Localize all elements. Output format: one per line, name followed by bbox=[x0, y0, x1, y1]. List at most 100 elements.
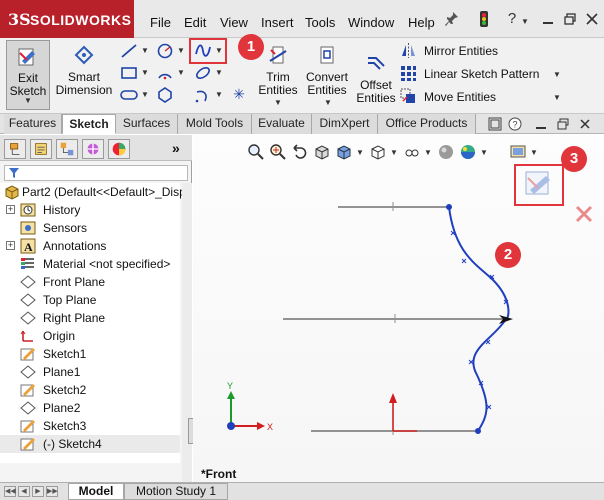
tab-surfaces[interactable]: Surfaces bbox=[116, 114, 178, 134]
arc-tool-caret[interactable]: ▼ bbox=[177, 68, 185, 77]
tree-item-sketch1[interactable]: Sketch1 bbox=[0, 345, 180, 363]
prev-tab-arrow-icon[interactable]: ◀ bbox=[18, 486, 30, 497]
convert-caret[interactable]: ▼ bbox=[324, 98, 332, 107]
polygon-tool-icon[interactable] bbox=[156, 86, 174, 104]
tree-item-front-plane[interactable]: Front Plane bbox=[0, 273, 180, 291]
tree-item-history[interactable]: + History bbox=[0, 201, 180, 219]
tree-item-label: Sketch1 bbox=[43, 347, 87, 361]
menu-insert[interactable]: Insert bbox=[261, 15, 294, 30]
tab-sketch[interactable]: Sketch bbox=[62, 114, 116, 134]
move-entities-button[interactable]: Move Entities bbox=[400, 87, 510, 107]
tree-item-right-plane[interactable]: Right Plane bbox=[0, 309, 180, 327]
tree-item-label: Annotations bbox=[43, 239, 107, 253]
circle-tool-caret[interactable]: ▼ bbox=[177, 46, 185, 55]
move-entities-caret[interactable]: ▼ bbox=[553, 93, 561, 102]
smart-dimension-icon bbox=[74, 45, 94, 65]
cancel-x-icon[interactable] bbox=[575, 205, 593, 223]
bottom-tab-motion-study-1[interactable]: Motion Study 1 bbox=[124, 483, 228, 500]
tree-item-plane2[interactable]: Plane2 bbox=[0, 399, 180, 417]
rectangle-tool-caret[interactable]: ▼ bbox=[141, 68, 149, 77]
dimxpert-manager-tab-icon[interactable] bbox=[82, 139, 104, 159]
tab-features[interactable]: Features bbox=[4, 114, 62, 134]
mirror-entities-button[interactable]: Mirror Entities bbox=[400, 41, 510, 61]
menu-file[interactable]: File bbox=[150, 15, 171, 30]
tree-item-label: Top Plane bbox=[43, 293, 97, 307]
menu-view[interactable]: View bbox=[220, 15, 248, 30]
title-bar: 3S SOLIDWORKS File Edit View Insert Tool… bbox=[0, 0, 604, 38]
tree-item-sketch4[interactable]: (-) Sketch4 bbox=[0, 435, 180, 453]
plane-icon bbox=[20, 293, 36, 307]
property-manager-tab-icon[interactable] bbox=[30, 139, 52, 159]
display-manager-tab-icon[interactable] bbox=[108, 139, 130, 159]
menu-window[interactable]: Window bbox=[348, 15, 394, 30]
sketch-icon bbox=[20, 438, 35, 451]
doc-minimize-icon[interactable] bbox=[534, 117, 548, 131]
first-tab-arrow-icon[interactable]: ◀◀ bbox=[4, 486, 16, 497]
tree-item-top-plane[interactable]: Top Plane bbox=[0, 291, 180, 309]
tree-item-sensors[interactable]: Sensors bbox=[0, 219, 180, 237]
close-icon[interactable] bbox=[584, 10, 600, 28]
help-circle-icon[interactable]: ? bbox=[508, 117, 522, 131]
offset-entities-button[interactable]: Offset Entities bbox=[354, 52, 398, 122]
sketch-fillet-icon[interactable] bbox=[194, 64, 212, 82]
line-tool-icon[interactable] bbox=[120, 42, 138, 60]
tree-item-plane1[interactable]: Plane1 bbox=[0, 363, 180, 381]
doc-close-icon[interactable] bbox=[578, 117, 592, 131]
linear-sketch-pattern-button[interactable]: Linear Sketch Pattern bbox=[400, 64, 550, 84]
tree-item-origin[interactable]: Origin bbox=[0, 327, 180, 345]
slot-tool-icon[interactable] bbox=[120, 86, 138, 104]
menu-edit[interactable]: Edit bbox=[184, 15, 206, 30]
sketch-fillet-caret[interactable]: ▼ bbox=[215, 68, 223, 77]
tree-item-sketch2[interactable]: Sketch2 bbox=[0, 381, 180, 399]
exit-sketch-caret[interactable]: ▼ bbox=[24, 96, 32, 105]
slot-tool-caret[interactable]: ▼ bbox=[141, 90, 149, 99]
expand-toggle-icon[interactable]: + bbox=[6, 205, 15, 214]
tab-dimxpert[interactable]: DimXpert bbox=[312, 114, 378, 134]
origin-icon bbox=[20, 330, 33, 342]
trim-caret[interactable]: ▼ bbox=[274, 98, 282, 107]
minimize-icon[interactable] bbox=[540, 10, 556, 28]
sensors-icon bbox=[20, 221, 36, 235]
feature-tree-tab-icon[interactable] bbox=[4, 139, 26, 159]
rectangle-tool-icon[interactable] bbox=[120, 64, 138, 82]
spline-endpoint[interactable] bbox=[475, 428, 481, 434]
restore-icon[interactable] bbox=[562, 10, 578, 28]
tab-evaluate[interactable]: Evaluate bbox=[252, 114, 312, 134]
menu-tools[interactable]: Tools bbox=[305, 15, 335, 30]
help-icon[interactable]: ? bbox=[504, 10, 520, 28]
solidworks-logo[interactable]: 3S SOLIDWORKS bbox=[0, 0, 134, 38]
help-dropdown-caret[interactable]: ▼ bbox=[521, 17, 529, 26]
tree-root-part[interactable]: Part2 (Default<<Default>_Disp bbox=[0, 183, 186, 201]
feature-tree-filter[interactable] bbox=[4, 165, 188, 181]
tree-item-annotations[interactable]: + A Annotations bbox=[0, 237, 180, 255]
bottom-tab-model[interactable]: Model bbox=[68, 483, 124, 500]
linear-pattern-caret[interactable]: ▼ bbox=[553, 70, 561, 79]
line-tool-caret[interactable]: ▼ bbox=[141, 46, 149, 55]
smart-dimension-button[interactable]: Smart Dimension bbox=[54, 40, 114, 110]
tree-item-label: History bbox=[43, 203, 81, 217]
point-tool-icon[interactable]: ✳ bbox=[230, 86, 248, 104]
arc-tool-icon[interactable] bbox=[156, 64, 174, 82]
offset-arc-caret[interactable]: ▼ bbox=[215, 90, 223, 99]
traffic-light-icon[interactable] bbox=[476, 10, 492, 28]
tree-item-label: Plane2 bbox=[43, 401, 81, 415]
tree-item-label: Material <not specified> bbox=[43, 257, 171, 271]
offset-arc-icon[interactable] bbox=[194, 86, 212, 104]
expand-toggle-icon[interactable]: + bbox=[6, 241, 15, 250]
fm-tabs-overflow-chevron-icon[interactable]: » bbox=[172, 140, 180, 156]
tile-window-icon[interactable] bbox=[488, 117, 502, 131]
tab-office-products[interactable]: Office Products bbox=[378, 114, 476, 134]
spline-endpoint[interactable] bbox=[446, 204, 452, 210]
pushpin-icon[interactable] bbox=[444, 10, 460, 28]
tree-item-material[interactable]: Material <not specified> bbox=[0, 255, 180, 273]
tree-item-sketch3[interactable]: Sketch3 bbox=[0, 417, 180, 435]
triad-y-label: Y bbox=[227, 381, 234, 391]
menu-help[interactable]: Help bbox=[408, 15, 435, 30]
doc-restore-icon[interactable] bbox=[556, 117, 570, 131]
graphics-area[interactable]: ▼ ▼ ▼ ▼ ▼ Y X 3 2 *Front bbox=[193, 135, 604, 482]
next-tab-arrow-icon[interactable]: ▶ bbox=[32, 486, 44, 497]
tab-mold-tools[interactable]: Mold Tools bbox=[178, 114, 252, 134]
configuration-manager-tab-icon[interactable] bbox=[56, 139, 78, 159]
circle-tool-icon[interactable] bbox=[156, 42, 174, 60]
last-tab-arrow-icon[interactable]: ▶▶ bbox=[46, 486, 58, 497]
